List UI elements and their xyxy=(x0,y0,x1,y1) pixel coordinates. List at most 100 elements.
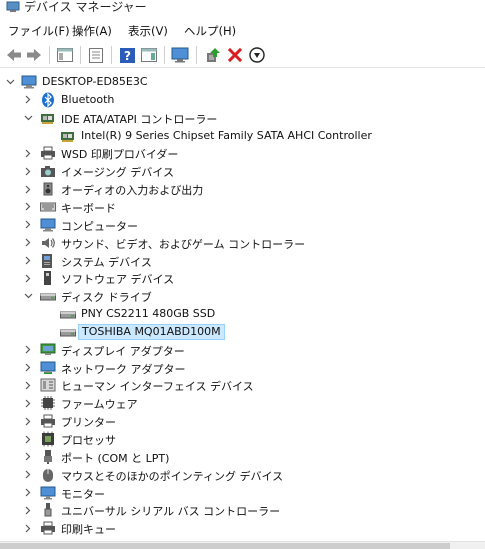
print-queue-icon xyxy=(40,520,56,536)
collapsed-chevron-icon[interactable] xyxy=(22,92,34,108)
collapsed-chevron-icon[interactable] xyxy=(22,520,34,536)
tree-item-label: キーボード xyxy=(61,201,116,215)
tree-item[interactable]: キーボード xyxy=(0,198,485,216)
ide-controller-icon xyxy=(60,128,76,144)
tree-item[interactable]: モニター xyxy=(0,484,485,502)
collapsed-chevron-icon[interactable] xyxy=(22,502,34,518)
tree-item-label: オーディオの入力および出力 xyxy=(61,184,204,198)
tree-item[interactable]: サウンド、ビデオ、およびゲーム コントローラー xyxy=(0,234,485,252)
tree-item-label: サウンド、ビデオ、およびゲーム コントローラー xyxy=(61,237,306,251)
menu-view[interactable]: 表示(V) xyxy=(128,23,168,39)
arrow-left-icon xyxy=(6,48,22,62)
tree-item-label: Intel(R) 9 Series Chipset Family SATA AH… xyxy=(81,128,372,142)
update-driver-button[interactable] xyxy=(203,45,223,65)
tree-item-label: プリンター xyxy=(61,416,116,430)
tree-item[interactable]: Bluetooth xyxy=(0,91,485,109)
device-tree[interactable]: DESKTOP-ED85E3C Bluetooth IDE ATA/ATAPI コ… xyxy=(0,71,485,541)
tree-item[interactable]: ソフトウェア デバイス xyxy=(0,269,485,287)
tree-item[interactable]: 印刷キュー xyxy=(0,519,485,537)
tree-root[interactable]: DESKTOP-ED85E3C xyxy=(0,73,485,91)
scrollbar-thumb[interactable] xyxy=(0,543,450,549)
properties-icon xyxy=(89,47,103,63)
toolbar-separator xyxy=(49,46,50,64)
collapsed-chevron-icon[interactable] xyxy=(22,181,34,197)
tree-item[interactable]: ユニバーサル シリアル バス コントローラー xyxy=(0,501,485,519)
help-button[interactable]: ? xyxy=(117,45,137,65)
tree-item[interactable]: Intel(R) 9 Series Chipset Family SATA AH… xyxy=(0,127,485,145)
scan-hardware-button[interactable] xyxy=(170,45,190,65)
collapsed-chevron-icon[interactable] xyxy=(22,360,34,376)
collapsed-chevron-icon[interactable] xyxy=(22,199,34,215)
tree-item-label: ユニバーサル シリアル バス コントローラー xyxy=(61,505,281,519)
collapsed-chevron-icon[interactable] xyxy=(22,431,34,447)
action-pane-button[interactable] xyxy=(139,45,159,65)
tree-item-label: ディスク ドライブ xyxy=(61,291,152,305)
collapsed-chevron-icon[interactable] xyxy=(22,145,34,161)
collapsed-chevron-icon[interactable] xyxy=(22,485,34,501)
tree-item[interactable]: プロセッサ xyxy=(0,430,485,448)
tree-item[interactable]: システム デバイス xyxy=(0,252,485,270)
tree-item[interactable]: ネットワーク アダプター xyxy=(0,359,485,377)
tree-item[interactable]: ディスプレイ アダプター xyxy=(0,341,485,359)
collapsed-chevron-icon[interactable] xyxy=(22,377,34,393)
expanded-chevron-icon[interactable] xyxy=(22,110,34,126)
tree-item[interactable]: ポート (COM と LPT) xyxy=(0,448,485,466)
tree-item-label: WSD 印刷プロバイダー xyxy=(61,148,179,162)
processor-icon xyxy=(40,431,56,447)
camera-icon xyxy=(40,163,56,179)
tree-item-label: プロセッサ xyxy=(61,434,116,447)
collapsed-chevron-icon[interactable] xyxy=(22,413,34,429)
tree-item[interactable]: コンピューター xyxy=(0,216,485,234)
mouse-icon xyxy=(40,467,56,483)
bluetooth-icon xyxy=(40,92,56,108)
tree-item-label: TOSHIBA MQ01ABD100M xyxy=(78,323,225,340)
tree-item-label: Bluetooth xyxy=(61,92,115,106)
collapsed-chevron-icon[interactable] xyxy=(22,253,34,269)
menu-file[interactable]: ファイル(F) xyxy=(8,23,70,39)
device-manager-app-icon xyxy=(6,1,20,13)
tree-item-label: 印刷キュー xyxy=(61,523,116,537)
tree-item[interactable]: ディスク ドライブ xyxy=(0,287,485,305)
menu-action[interactable]: 操作(A) xyxy=(72,23,112,39)
tree-item[interactable]: イメージング デバイス xyxy=(0,162,485,180)
tree-item-label: PNY CS2211 480GB SSD xyxy=(81,307,216,321)
tree-item[interactable]: ヒューマン インターフェイス デバイス xyxy=(0,376,485,394)
tree-item[interactable]: マウスとそのほかのポインティング デバイス xyxy=(0,466,485,484)
tree-item[interactable]: TOSHIBA MQ01ABD100M xyxy=(0,323,485,341)
properties-button[interactable] xyxy=(86,45,106,65)
expanded-chevron-icon[interactable] xyxy=(4,74,16,90)
collapsed-chevron-icon[interactable] xyxy=(22,449,34,465)
hid-icon xyxy=(40,377,56,393)
arrow-right-icon xyxy=(26,48,42,62)
collapsed-chevron-icon[interactable] xyxy=(22,467,34,483)
collapsed-chevron-icon[interactable] xyxy=(22,217,34,233)
usb-icon xyxy=(40,502,56,518)
tree-item[interactable]: プリンター xyxy=(0,412,485,430)
show-hide-tree-button[interactable] xyxy=(55,45,75,65)
tree-item[interactable]: ファームウェア xyxy=(0,394,485,412)
collapsed-chevron-icon[interactable] xyxy=(22,235,34,251)
forward-button[interactable] xyxy=(24,45,44,65)
collapsed-chevron-icon[interactable] xyxy=(22,270,34,286)
monitor-icon xyxy=(40,485,56,501)
tree-item[interactable]: PNY CS2211 480GB SSD xyxy=(0,305,485,323)
collapsed-chevron-icon[interactable] xyxy=(22,163,34,179)
back-button[interactable] xyxy=(4,45,24,65)
network-adapter-icon xyxy=(40,360,56,376)
expanded-chevron-icon[interactable] xyxy=(22,288,34,304)
collapsed-chevron-icon[interactable] xyxy=(22,395,34,411)
menu-help[interactable]: ヘルプ(H) xyxy=(184,23,236,39)
window-title: デバイス マネージャー xyxy=(24,0,147,14)
uninstall-device-button[interactable] xyxy=(225,45,245,65)
tree-item[interactable]: WSD 印刷プロバイダー xyxy=(0,144,485,162)
title-bar: デバイス マネージャー xyxy=(0,0,485,16)
tree-item-label: モニター xyxy=(61,487,105,501)
horizontal-scrollbar[interactable] xyxy=(0,541,485,549)
tree-item[interactable]: オーディオの入力および出力 xyxy=(0,180,485,198)
disable-device-button[interactable] xyxy=(247,45,267,65)
down-arrow-circle-icon xyxy=(249,47,265,63)
collapsed-chevron-icon[interactable] xyxy=(22,342,34,358)
tree-item-label: コンピューター xyxy=(61,219,138,233)
tree-item[interactable]: IDE ATA/ATAPI コントローラー xyxy=(0,109,485,127)
tree-item-label: ファームウェア xyxy=(61,398,138,412)
